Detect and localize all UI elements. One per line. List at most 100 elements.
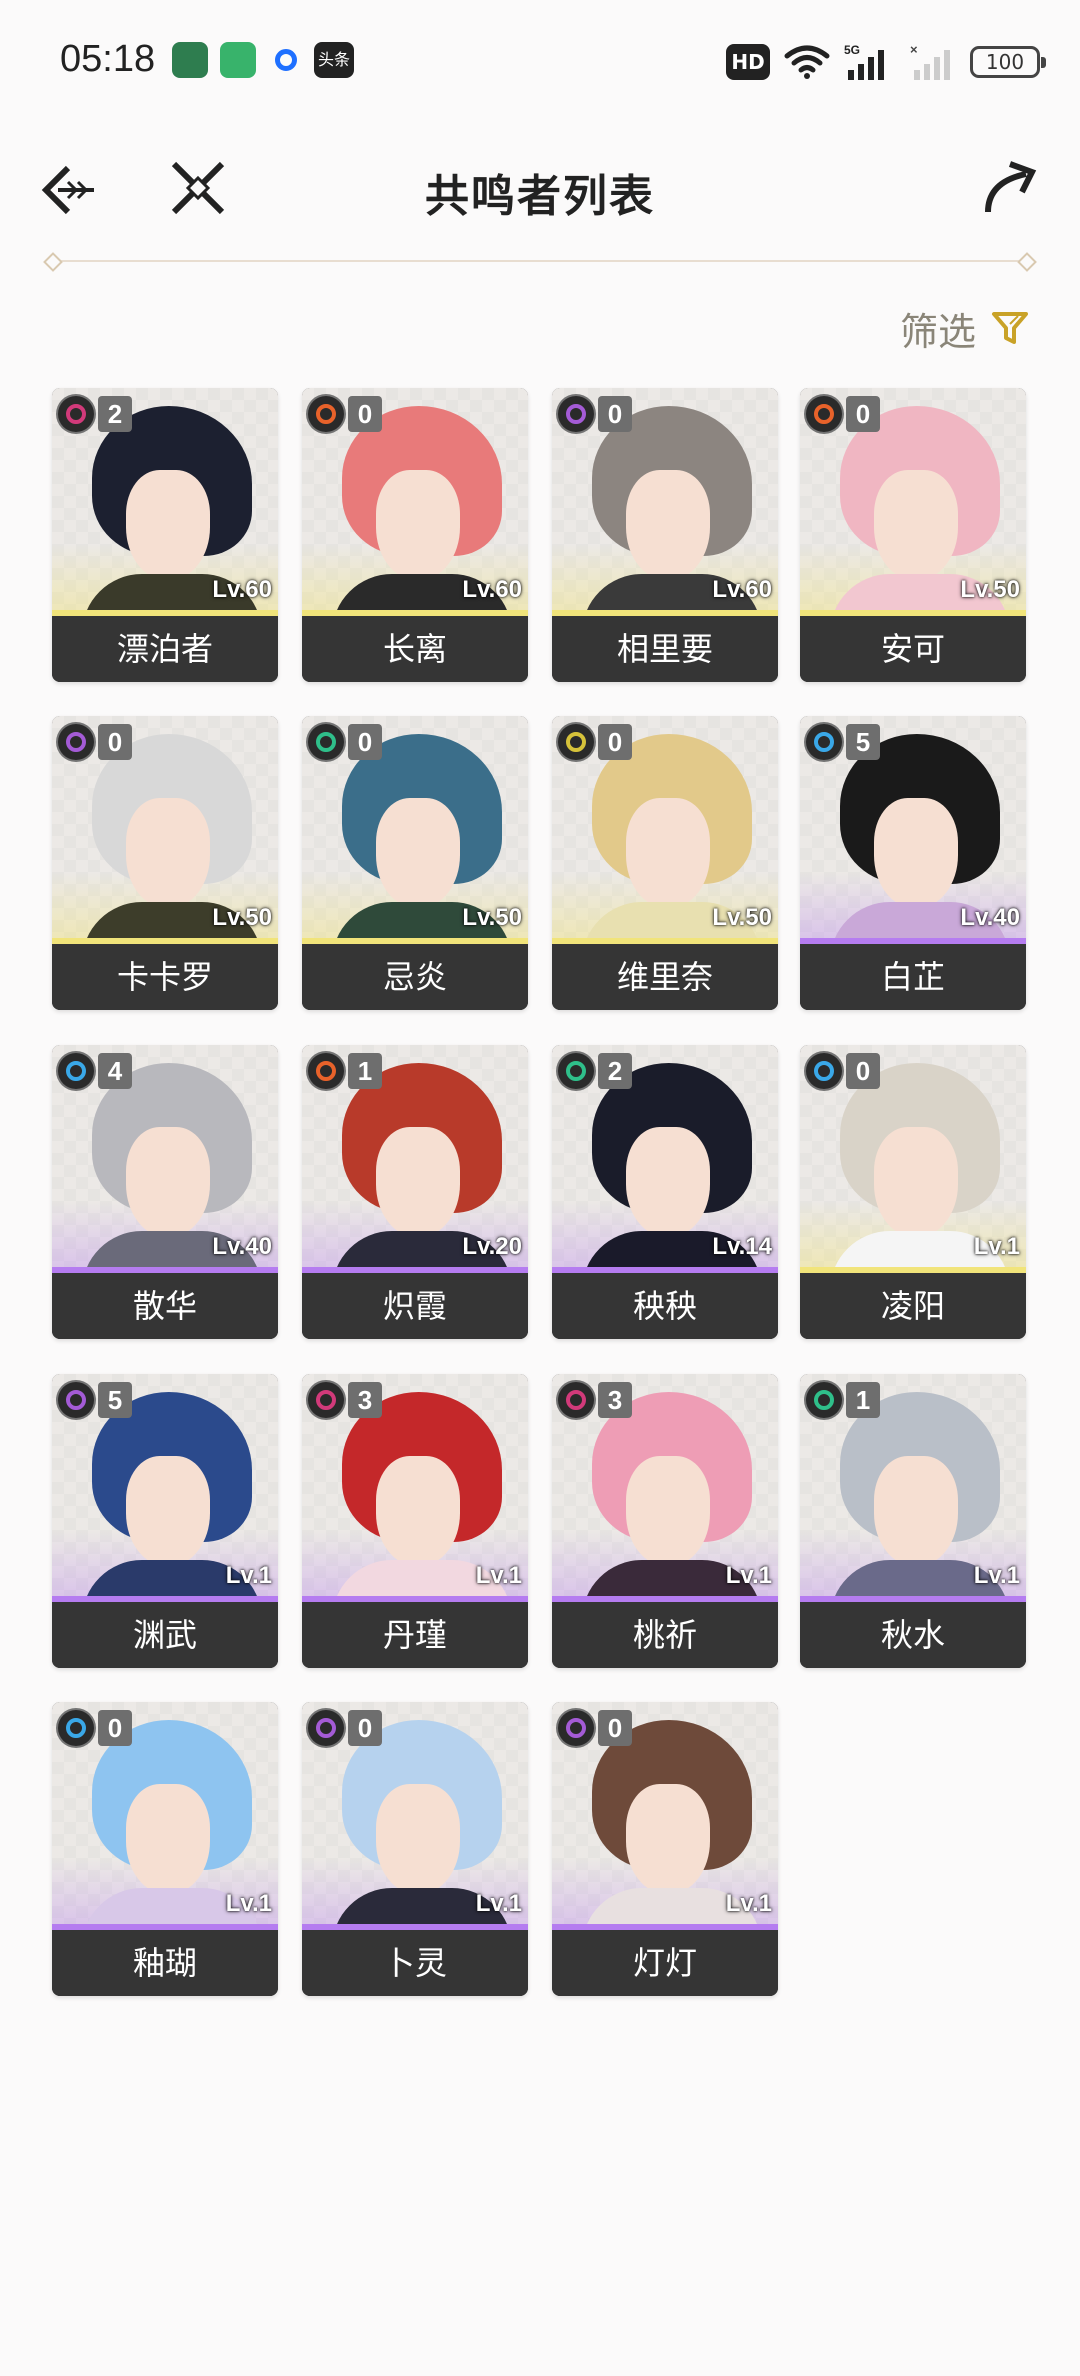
rarity-bar bbox=[800, 1267, 1026, 1273]
rarity-bar bbox=[302, 610, 528, 616]
character-card[interactable]: 0 Lv.1 凌阳 bbox=[800, 1045, 1026, 1339]
aero-element-icon bbox=[804, 1380, 844, 1420]
character-card[interactable]: 3 Lv.1 丹瑾 bbox=[302, 1374, 528, 1668]
character-name: 灯灯 bbox=[552, 1930, 778, 1996]
character-name: 卡卡罗 bbox=[52, 944, 278, 1010]
toutiao-app-icon: 头条 bbox=[314, 42, 354, 78]
character-card[interactable]: 5 Lv.40 白芷 bbox=[800, 716, 1026, 1010]
page-title: 共鸣者列表 bbox=[425, 171, 655, 222]
character-card[interactable]: 2 Lv.14 秧秧 bbox=[552, 1045, 778, 1339]
rarity-bar bbox=[552, 938, 778, 944]
character-card[interactable]: 4 Lv.40 散华 bbox=[52, 1045, 278, 1339]
rarity-bar bbox=[302, 1596, 528, 1602]
spectro-element-icon bbox=[556, 722, 596, 762]
level-label: Lv.1 bbox=[725, 1890, 772, 1917]
character-card[interactable]: 0 Lv.1 灯灯 bbox=[552, 1702, 778, 1996]
character-card[interactable]: 0 Lv.50 安可 bbox=[800, 388, 1026, 682]
character-card[interactable]: 0 Lv.60 长离 bbox=[302, 388, 528, 682]
character-name: 漂泊者 bbox=[52, 616, 278, 682]
level-label: Lv.1 bbox=[973, 1562, 1020, 1589]
sequence-badge: 2 bbox=[598, 1053, 632, 1089]
character-card[interactable]: 0 Lv.50 忌炎 bbox=[302, 716, 528, 1010]
character-card[interactable]: 0 Lv.50 卡卡罗 bbox=[52, 716, 278, 1010]
sequence-badge: 2 bbox=[98, 396, 132, 432]
blue-circle-app-icon bbox=[268, 42, 304, 78]
character-name: 渊武 bbox=[52, 1602, 278, 1668]
header: 共鸣者列表 bbox=[0, 140, 1080, 250]
level-label: Lv.1 bbox=[475, 1562, 522, 1589]
rarity-bar bbox=[302, 1267, 528, 1273]
character-card[interactable]: 3 Lv.1 桃祈 bbox=[552, 1374, 778, 1668]
character-card[interactable]: 1 Lv.1 秋水 bbox=[800, 1374, 1026, 1668]
character-card[interactable]: 0 Lv.1 卜灵 bbox=[302, 1702, 528, 1996]
share-icon[interactable] bbox=[980, 158, 1038, 216]
level-label: Lv.1 bbox=[725, 1562, 772, 1589]
character-name: 维里奈 bbox=[552, 944, 778, 1010]
level-label: Lv.40 bbox=[960, 904, 1020, 931]
level-label: Lv.1 bbox=[225, 1890, 272, 1917]
havoc-element-icon bbox=[556, 1380, 596, 1420]
aero-element-icon bbox=[556, 1051, 596, 1091]
character-name: 桃祈 bbox=[552, 1602, 778, 1668]
level-label: Lv.50 bbox=[712, 904, 772, 931]
character-card[interactable]: 1 Lv.20 炽霞 bbox=[302, 1045, 528, 1339]
sequence-badge: 1 bbox=[348, 1053, 382, 1089]
level-label: Lv.20 bbox=[462, 1233, 522, 1260]
character-name: 卜灵 bbox=[302, 1930, 528, 1996]
electro-element-icon bbox=[56, 722, 96, 762]
level-label: Lv.1 bbox=[973, 1233, 1020, 1260]
level-label: Lv.50 bbox=[212, 904, 272, 931]
character-name: 长离 bbox=[302, 616, 528, 682]
header-divider bbox=[52, 260, 1028, 262]
rarity-bar bbox=[800, 938, 1026, 944]
character-name: 散华 bbox=[52, 1273, 278, 1339]
signal-off-icon: × bbox=[910, 42, 950, 80]
character-name: 忌炎 bbox=[302, 944, 528, 1010]
hd-icon: HD bbox=[726, 44, 770, 80]
level-label: Lv.60 bbox=[212, 576, 272, 603]
sequence-badge: 0 bbox=[98, 1710, 132, 1746]
rarity-bar bbox=[302, 938, 528, 944]
character-card[interactable]: 0 Lv.1 釉瑚 bbox=[52, 1702, 278, 1996]
battery-icon: 100 bbox=[970, 46, 1046, 78]
level-label: Lv.60 bbox=[712, 576, 772, 603]
character-name: 相里要 bbox=[552, 616, 778, 682]
character-card[interactable]: 2 Lv.60 漂泊者 bbox=[52, 388, 278, 682]
sequence-badge: 0 bbox=[598, 1710, 632, 1746]
character-name: 秧秧 bbox=[552, 1273, 778, 1339]
sequence-badge: 3 bbox=[598, 1382, 632, 1418]
sequence-badge: 3 bbox=[348, 1382, 382, 1418]
glacio-element-icon bbox=[804, 1051, 844, 1091]
character-card[interactable]: 5 Lv.1 渊武 bbox=[52, 1374, 278, 1668]
character-name: 丹瑾 bbox=[302, 1602, 528, 1668]
app-green-icon bbox=[172, 42, 208, 78]
level-label: Lv.1 bbox=[475, 1890, 522, 1917]
rarity-bar bbox=[552, 610, 778, 616]
level-label: Lv.50 bbox=[960, 576, 1020, 603]
rarity-bar bbox=[552, 1924, 778, 1930]
sequence-badge: 0 bbox=[98, 724, 132, 760]
filter-label: 筛选 bbox=[899, 309, 976, 354]
filter-icon bbox=[992, 312, 1028, 344]
filter-button[interactable]: 筛选 bbox=[900, 300, 1030, 356]
level-label: Lv.60 bbox=[462, 576, 522, 603]
signal-5g-icon: 5G bbox=[844, 43, 884, 80]
status-time: 05:18 bbox=[60, 38, 156, 80]
character-card[interactable]: 0 Lv.60 相里要 bbox=[552, 388, 778, 682]
rarity-bar bbox=[52, 1924, 278, 1930]
sequence-badge: 0 bbox=[598, 396, 632, 432]
rarity-bar bbox=[800, 610, 1026, 616]
glacio-element-icon bbox=[56, 1051, 96, 1091]
character-name: 秋水 bbox=[800, 1602, 1026, 1668]
rarity-bar bbox=[552, 1596, 778, 1602]
electro-element-icon bbox=[306, 1708, 346, 1748]
sequence-badge: 0 bbox=[348, 396, 382, 432]
rarity-bar bbox=[302, 1924, 528, 1930]
rarity-bar bbox=[52, 938, 278, 944]
havoc-element-icon bbox=[56, 394, 96, 434]
rarity-bar bbox=[52, 1267, 278, 1273]
rarity-bar bbox=[552, 1267, 778, 1273]
character-card[interactable]: 0 Lv.50 维里奈 bbox=[552, 716, 778, 1010]
character-name: 炽霞 bbox=[302, 1273, 528, 1339]
shield-app-icon bbox=[220, 42, 256, 78]
